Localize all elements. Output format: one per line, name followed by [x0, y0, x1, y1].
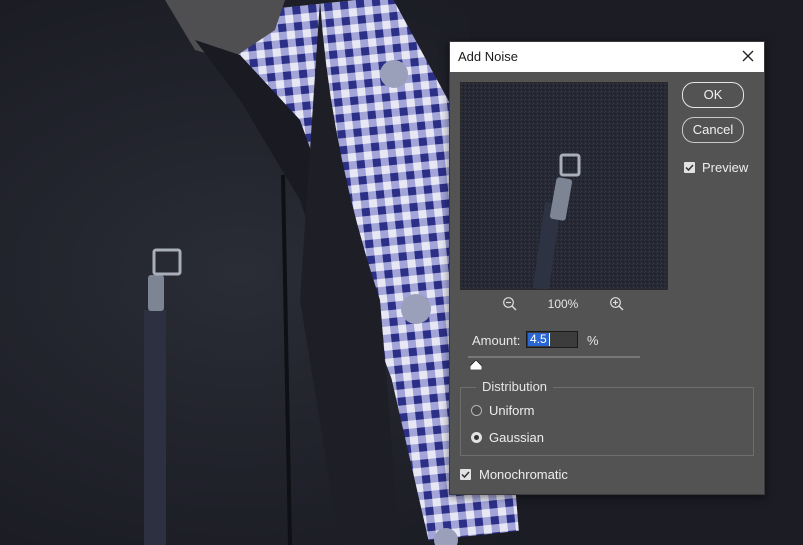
amount-input[interactable]: 4.5 [526, 331, 578, 348]
dialog-title: Add Noise [458, 49, 518, 64]
gaussian-label[interactable]: Gaussian [489, 430, 544, 445]
amount-label: Amount: [472, 333, 521, 348]
zoom-level: 100% [547, 297, 579, 311]
radio-uniform[interactable] [471, 405, 482, 416]
amount-unit: % [587, 333, 599, 348]
uniform-label[interactable]: Uniform [489, 403, 535, 418]
text-caret [549, 333, 550, 346]
monochromatic-label: Monochromatic [479, 467, 568, 482]
amount-slider-track[interactable] [468, 356, 640, 358]
ok-button[interactable]: OK [682, 82, 744, 108]
checkmark-icon [461, 471, 470, 479]
dialog-titlebar[interactable]: Add Noise [450, 42, 764, 72]
close-icon [742, 50, 754, 62]
amount-value: 4.5 [528, 332, 549, 346]
filter-preview[interactable] [460, 82, 668, 290]
preview-label: Preview [702, 160, 749, 175]
preview-checkbox[interactable] [684, 162, 695, 173]
zoom-in-icon[interactable] [609, 296, 625, 312]
cancel-button[interactable]: Cancel [682, 117, 744, 143]
zoom-controls: 100% [460, 296, 666, 314]
monochromatic-checkbox[interactable] [460, 469, 471, 480]
amount-slider-thumb[interactable] [470, 360, 482, 370]
add-noise-dialog: Add Noise 100% OK Cancel Preview Amount:… [449, 41, 765, 495]
radio-gaussian[interactable] [471, 432, 482, 443]
close-button[interactable] [738, 46, 758, 66]
checkmark-icon [685, 164, 694, 172]
distribution-legend: Distribution [476, 379, 554, 394]
distribution-group [460, 387, 754, 456]
zoom-out-icon[interactable] [502, 296, 518, 312]
